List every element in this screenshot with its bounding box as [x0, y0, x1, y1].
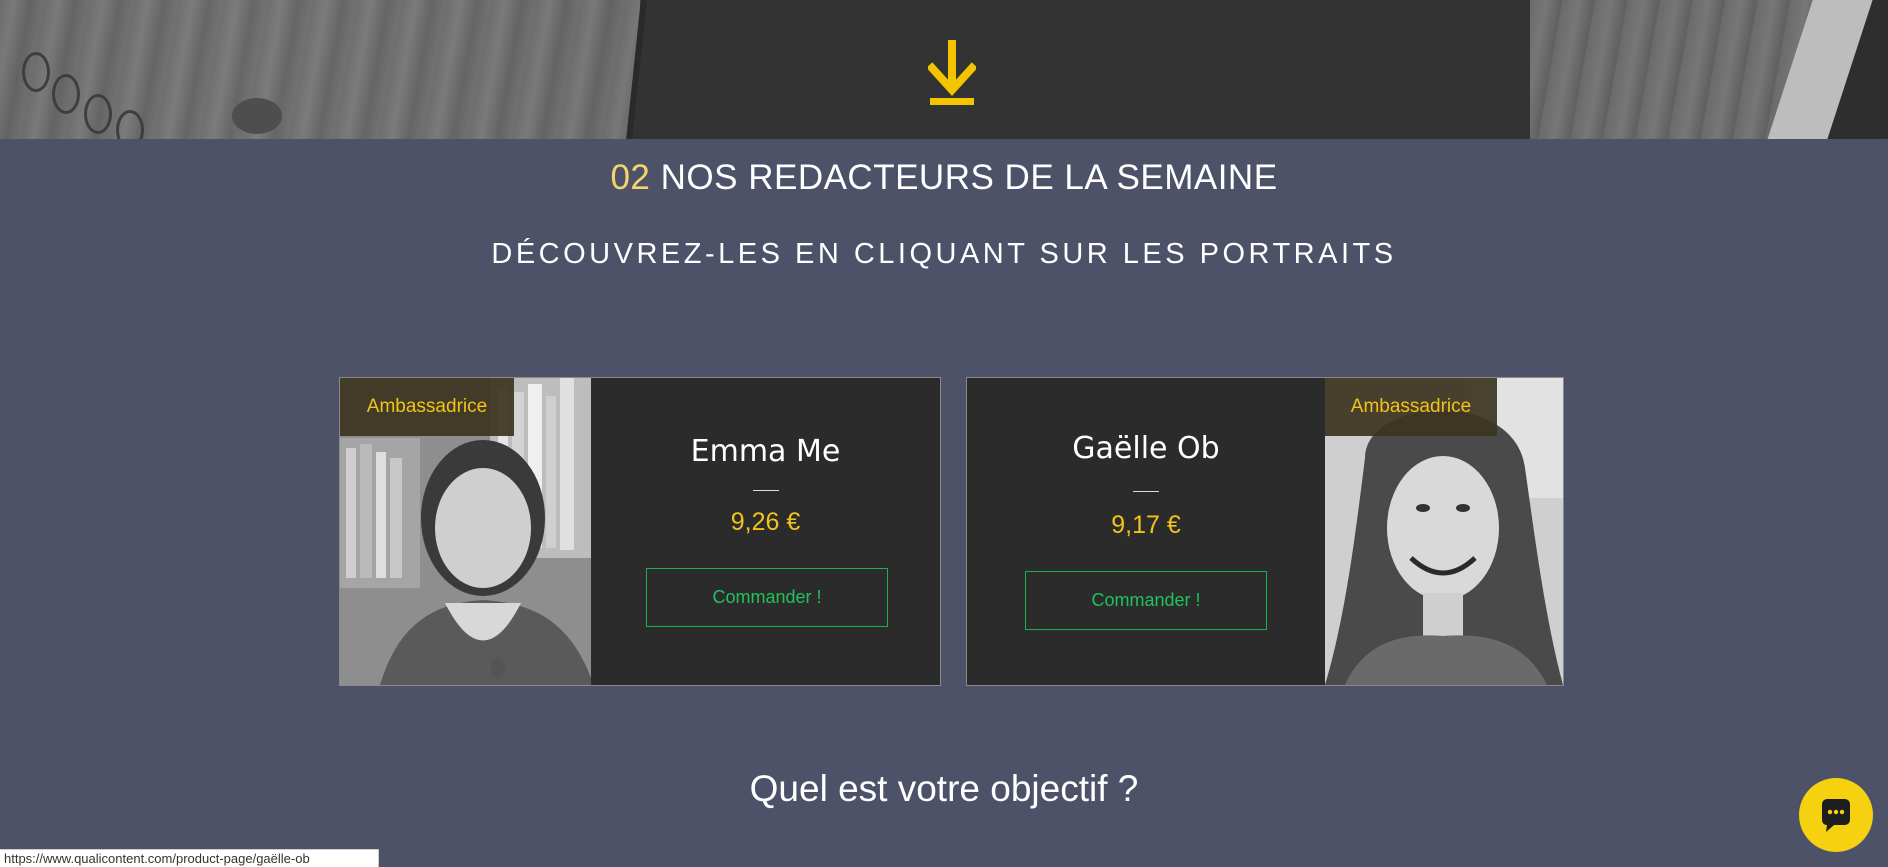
writer-price: 9,26 €: [730, 508, 801, 536]
section-title-text: NOS REDACTEURS DE LA SEMAINE: [660, 158, 1278, 197]
wood-knot: [232, 98, 282, 134]
binder-ring: [22, 52, 50, 92]
order-button[interactable]: Commander !: [646, 568, 888, 627]
writer-price: 9,17 €: [1111, 511, 1181, 539]
writer-info: Gaëlle Ob 9,17 € Commander !: [967, 378, 1325, 685]
hero-banner: [0, 0, 1888, 139]
ambassador-badge: Ambassadrice: [340, 378, 514, 436]
divider: [752, 490, 779, 491]
folder-shape: [632, 0, 1568, 139]
section-title: 02 NOS REDACTEURS DE LA SEMAINE: [0, 158, 1888, 198]
writer-card[interactable]: Ambassadrice Emma Me 9,26 € Commander !: [339, 377, 941, 686]
download-arrow-icon[interactable]: [928, 38, 976, 106]
section-subtitle: DÉCOUVREZ-LES EN CLIQUANT SUR LES PORTRA…: [491, 238, 1397, 270]
binder-ring: [84, 94, 112, 134]
writer-card[interactable]: Gaëlle Ob 9,17 € Commander ! Ambassadric…: [966, 377, 1564, 686]
writer-name[interactable]: Gaëlle Ob: [967, 431, 1325, 466]
ambassador-badge: Ambassadrice: [1325, 378, 1497, 436]
objective-heading: Quel est votre objectif ?: [749, 768, 1139, 809]
writer-info: Emma Me 9,26 € Commander !: [591, 378, 940, 685]
chat-bubble-icon: [1822, 799, 1850, 832]
chat-button[interactable]: [1799, 778, 1873, 852]
section-number: 02: [610, 158, 651, 197]
writer-name[interactable]: Emma Me: [591, 434, 940, 469]
divider: [1133, 491, 1159, 492]
order-button[interactable]: Commander !: [1025, 571, 1267, 630]
binder-ring: [52, 74, 80, 114]
status-bar-url: https://www.qualicontent.com/product-pag…: [0, 849, 379, 867]
